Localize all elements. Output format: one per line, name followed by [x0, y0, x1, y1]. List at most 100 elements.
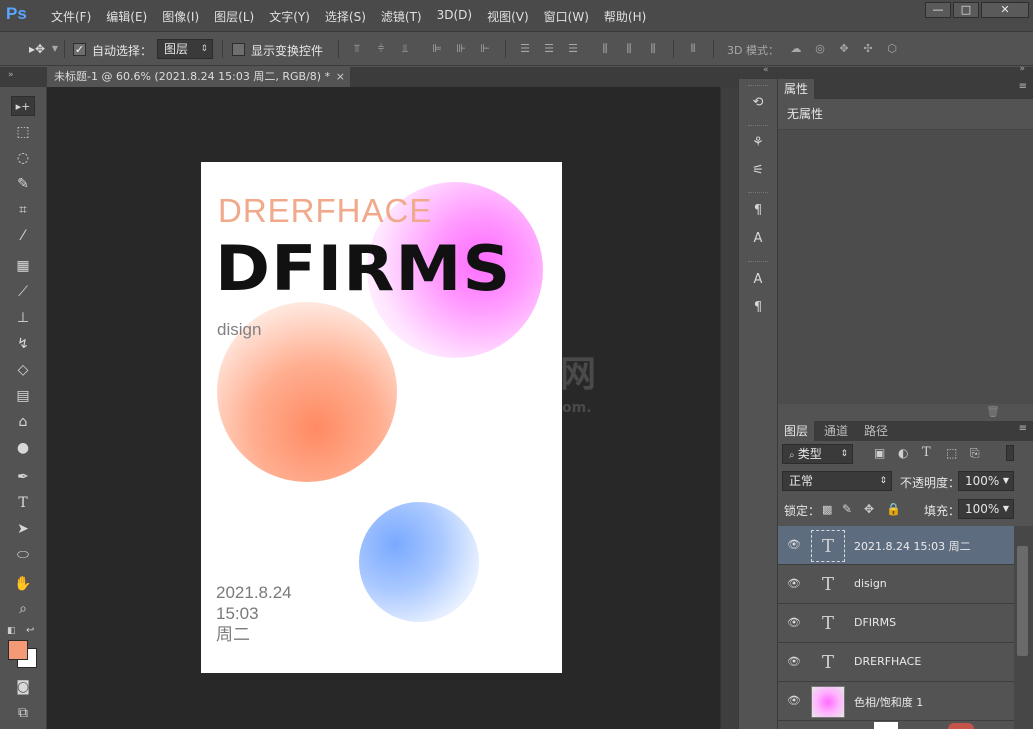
lock-all-icon[interactable]: 🔒: [886, 502, 901, 516]
visibility-eye-icon[interactable]: 👁: [786, 617, 802, 629]
brush-panel-icon[interactable]: ⚘: [748, 133, 768, 153]
filter-shape-icon[interactable]: ⬚: [946, 446, 957, 460]
distribute-top-icon[interactable]: ☰: [518, 42, 532, 56]
move-tool-preset-icon[interactable]: ▸✥: [26, 42, 48, 56]
chevron-down-icon[interactable]: ▼: [50, 42, 60, 56]
minimize-button[interactable]: —: [925, 2, 951, 18]
lasso-tool-icon[interactable]: ◌: [11, 148, 35, 168]
auto-select-checkbox[interactable]: ✓: [73, 43, 86, 56]
default-colors-icon[interactable]: ◧: [7, 626, 16, 636]
menu-filter[interactable]: 滤镜(T): [381, 8, 422, 25]
move-tool-icon[interactable]: ▸+: [11, 96, 35, 116]
path-select-tool-icon[interactable]: ➤: [11, 519, 35, 539]
layer-row[interactable]: 👁 T DFIRMS: [778, 604, 1014, 643]
close-tab-icon[interactable]: ×: [336, 67, 345, 87]
menu-edit[interactable]: 编辑(E): [106, 8, 147, 25]
blur-tool-icon[interactable]: ⌂: [11, 412, 35, 432]
healing-tool-icon[interactable]: ▦: [11, 256, 35, 276]
collapse-arrows-icon[interactable]: »: [8, 70, 14, 80]
visibility-eye-icon[interactable]: 👁: [786, 578, 802, 590]
menu-3d[interactable]: 3D(D): [437, 8, 472, 25]
dodge-tool-icon[interactable]: ●: [11, 438, 35, 458]
trash-icon[interactable]: 🗑: [986, 405, 1000, 418]
document-tab[interactable]: 未标题-1 @ 60.6% (2021.8.24 15:03 周二, RGB/8…: [47, 67, 350, 87]
menu-view[interactable]: 视图(V): [487, 8, 529, 25]
tab-channels[interactable]: 通道: [818, 421, 854, 441]
panel-menu-icon[interactable]: ≡: [1019, 81, 1027, 92]
menu-help[interactable]: 帮助(H): [604, 8, 646, 25]
layer-row[interactable]: 👁 色相/饱和度 1: [778, 682, 1014, 721]
quick-mask-icon[interactable]: ◙: [11, 677, 35, 697]
gradient-tool-icon[interactable]: ▤: [11, 386, 35, 406]
blend-mode-dropdown[interactable]: 正常 ⇕: [782, 471, 892, 491]
layers-scrollbar-thumb[interactable]: [1017, 546, 1028, 656]
document-canvas[interactable]: DRERFHACE DFIRMS disign 2021.8.24 15:03 …: [201, 162, 562, 673]
history-brush-tool-icon[interactable]: ↯: [11, 334, 35, 354]
eyedropper-tool-icon[interactable]: ⁄: [11, 226, 35, 246]
layer-row[interactable]: 👁 T 2021.8.24 15:03 周二: [778, 526, 1014, 565]
lock-transparent-icon[interactable]: ▩: [822, 503, 832, 516]
menu-select[interactable]: 选择(S): [325, 8, 366, 25]
menu-file[interactable]: 文件(F): [51, 8, 91, 25]
layers-panel-menu-icon[interactable]: ≡: [1019, 423, 1027, 434]
ellipse-tool-icon[interactable]: ⬭: [11, 545, 35, 565]
brush-presets-icon[interactable]: ⚟: [748, 161, 768, 181]
tab-layers[interactable]: 图层: [778, 421, 815, 441]
menu-type[interactable]: 文字(Y): [269, 8, 310, 25]
tab-paths[interactable]: 路径: [858, 421, 894, 441]
align-left-icon[interactable]: ⊫: [430, 42, 444, 56]
auto-select-dropdown[interactable]: 图层 ⇕: [157, 39, 213, 59]
eraser-tool-icon[interactable]: ◇: [11, 360, 35, 380]
distribute-right-icon[interactable]: ⫼: [646, 42, 660, 56]
history-panel-icon[interactable]: ⟲: [748, 93, 768, 113]
maximize-button[interactable]: □: [953, 2, 979, 18]
paragraph-styles-icon[interactable]: ¶: [748, 201, 768, 221]
brush-tool-icon[interactable]: ⟋: [11, 282, 35, 302]
expand-arrows-icon[interactable]: «: [763, 65, 769, 75]
3d-slide-icon[interactable]: ✣: [861, 42, 875, 56]
menu-image[interactable]: 图像(I): [162, 8, 199, 25]
type-tool-icon[interactable]: T: [11, 493, 35, 513]
collapse-panels-icon[interactable]: »: [1019, 64, 1025, 74]
hand-tool-icon[interactable]: ✋: [11, 574, 35, 594]
lock-pixels-icon[interactable]: ✎: [842, 502, 852, 516]
distribute-vcenter-icon[interactable]: ☰: [542, 42, 556, 56]
foreground-color-swatch[interactable]: [8, 640, 28, 660]
filter-pixel-icon[interactable]: ▣: [874, 446, 885, 460]
fill-input[interactable]: 100% ▼: [958, 499, 1014, 519]
visibility-eye-icon[interactable]: 👁: [786, 695, 802, 707]
align-top-icon[interactable]: ⫪: [350, 42, 364, 56]
align-hcenter-icon[interactable]: ⊪: [454, 42, 468, 56]
marquee-tool-icon[interactable]: ⬚: [11, 122, 35, 142]
tab-properties[interactable]: 属性: [778, 79, 815, 99]
distribute-left-icon[interactable]: ⫼: [598, 42, 612, 56]
stamp-tool-icon[interactable]: ⊥: [11, 308, 35, 328]
lock-position-icon[interactable]: ✥: [864, 502, 874, 516]
pen-tool-icon[interactable]: ✒: [11, 467, 35, 487]
layers-scrollbar[interactable]: [1014, 526, 1033, 729]
auto-align-icon[interactable]: ⫴: [686, 42, 700, 56]
zoom-tool-icon[interactable]: ⌕: [11, 599, 35, 619]
distribute-bottom-icon[interactable]: ☰: [566, 42, 580, 56]
screen-mode-icon[interactable]: ⧉: [11, 703, 35, 723]
align-right-icon[interactable]: ⊩: [478, 42, 492, 56]
show-transform-checkbox[interactable]: [232, 43, 245, 56]
layer-row[interactable]: 👁 T disign: [778, 565, 1014, 604]
filter-type-icon[interactable]: T: [922, 445, 931, 460]
filter-smartobject-icon[interactable]: ⎘: [970, 446, 980, 461]
paragraph-panel-icon[interactable]: ¶: [748, 298, 768, 318]
canvas-vertical-scrollbar[interactable]: [720, 87, 738, 729]
character-panel-icon[interactable]: A: [748, 270, 768, 290]
opacity-input[interactable]: 100% ▼: [958, 471, 1014, 491]
quick-select-tool-icon[interactable]: ✎: [11, 174, 35, 194]
character-styles-icon[interactable]: A: [748, 229, 768, 249]
swap-colors-icon[interactable]: ↩: [26, 625, 34, 636]
menu-window[interactable]: 窗口(W): [544, 8, 589, 25]
visibility-eye-icon[interactable]: 👁: [786, 539, 802, 551]
layer-filter-dropdown[interactable]: ⌕ 类型 ⇕: [782, 444, 853, 464]
3d-drag-icon[interactable]: ✥: [837, 42, 851, 56]
menu-layer[interactable]: 图层(L): [214, 8, 254, 25]
filter-adjustment-icon[interactable]: ◐: [898, 446, 908, 460]
close-window-button[interactable]: ✕: [981, 2, 1029, 18]
layer-row[interactable]: 👁 T DRERFHACE: [778, 643, 1014, 682]
